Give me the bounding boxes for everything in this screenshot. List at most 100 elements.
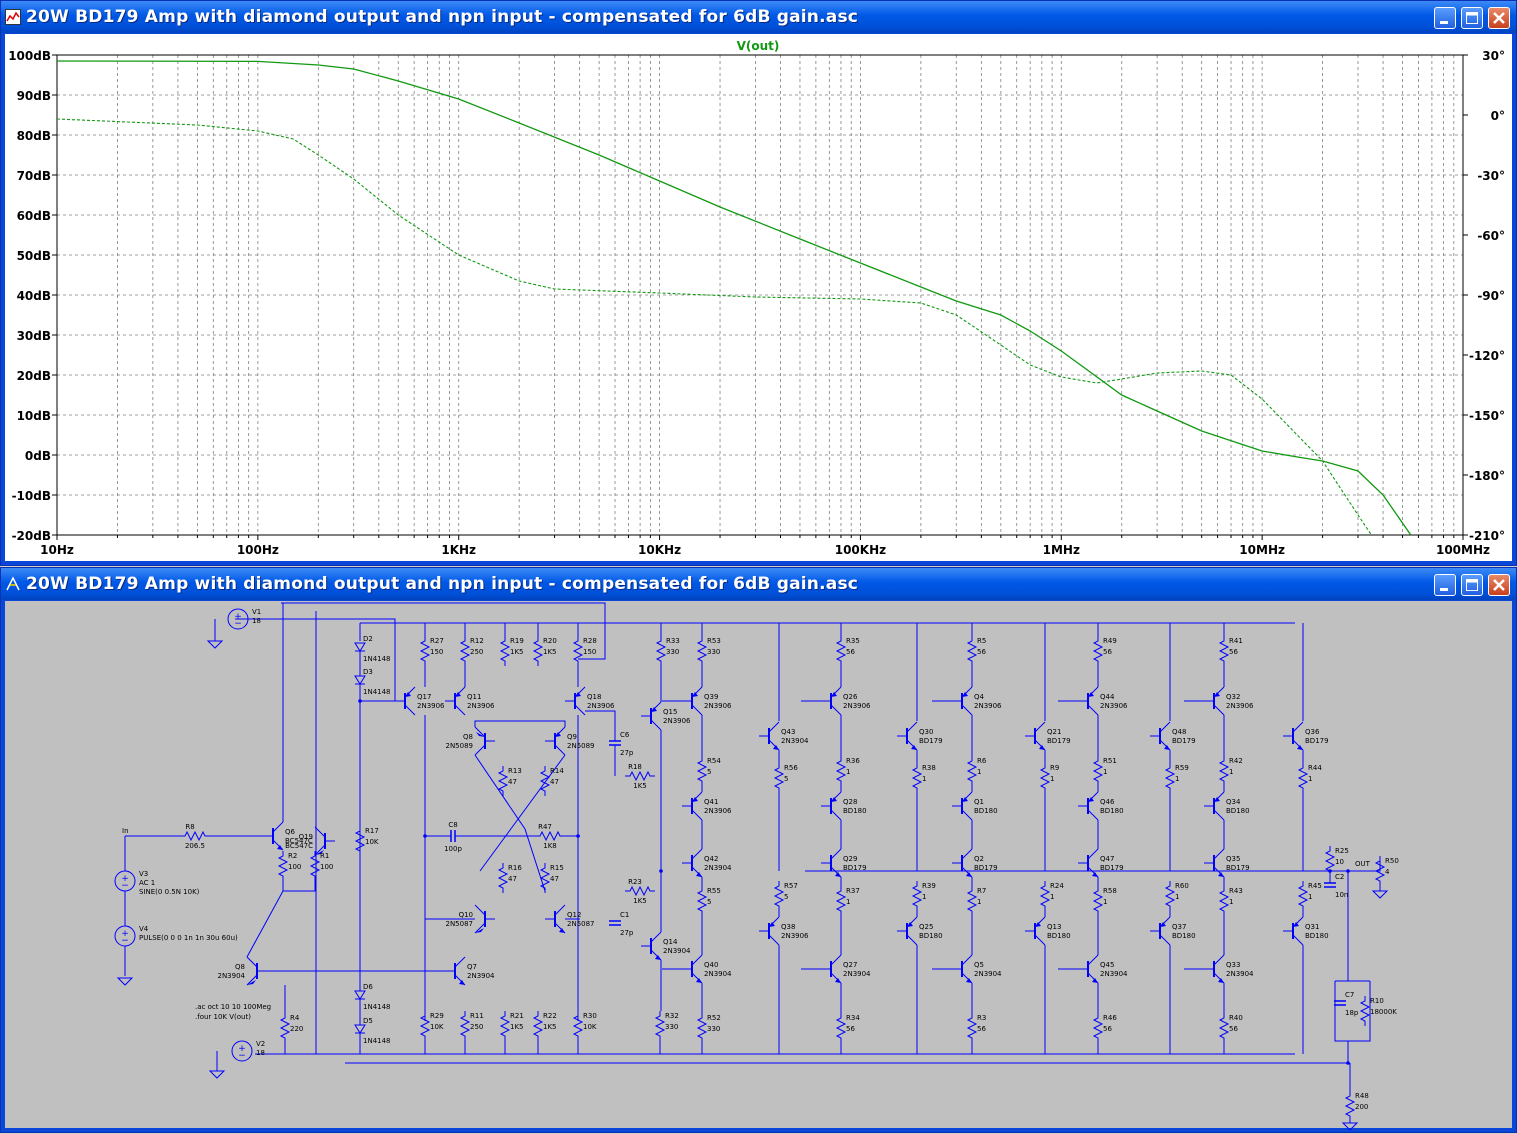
component-label: 2N3906 [1100, 702, 1128, 710]
resistor [911, 881, 923, 911]
component-label: Q47 [1100, 855, 1114, 863]
component-label: 2N3904 [843, 970, 871, 978]
resistor [497, 863, 509, 893]
x-tick-label: 1MHz [1043, 543, 1080, 557]
wires [124, 602, 1381, 1123]
emitter-arrow [911, 745, 917, 750]
resistor [966, 886, 978, 916]
resistor [1218, 886, 1230, 916]
component-label: 100 [288, 863, 301, 871]
schematic-canvas[interactable]: + − + − + − + − V1 18 V2 18 D2 1N4148 D3 1N4148 D6 1N414… [5, 601, 1514, 1131]
component-label: Q14 [663, 938, 678, 946]
component-label: R21 [510, 1012, 524, 1020]
component-label: BC547C [285, 842, 313, 850]
component-label: C6 [620, 731, 630, 739]
component-label: 2N3904 [663, 947, 691, 955]
plot-window-titlebar[interactable]: 20W BD179 Amp with diamond output and np… [1, 1, 1516, 33]
y-left-tick-label: 40dB [17, 289, 51, 303]
component-label: 2N3906 [974, 702, 1002, 710]
component-label: 2N5089 [567, 742, 595, 750]
component-label: BD179 [919, 737, 943, 745]
component-label: D3 [363, 668, 373, 676]
component-label: Q5 [974, 961, 984, 969]
wire [1087, 954, 1099, 966]
bode-plot[interactable]: V(out) 100dB 90dB 80dB 70dB 60dB 50dB 40dB 30dB… [5, 34, 1514, 563]
plot-window[interactable]: 20W BD179 Amp with diamond output and np… [0, 0, 1517, 566]
magnitude-trace [57, 60, 1412, 535]
component-label: 1 [1229, 768, 1233, 776]
component-label: Q40 [704, 961, 718, 969]
component-label: Q2 [974, 855, 984, 863]
component-label: 2N3906 [663, 717, 691, 725]
component-label: 2N3904 [704, 970, 732, 978]
component-label: 4 [1385, 868, 1390, 876]
component-label: 2N3906 [781, 932, 809, 940]
close-button[interactable] [1488, 574, 1510, 596]
component-label: D6 [363, 983, 373, 991]
resistor [1164, 763, 1176, 793]
component-label: 1 [977, 898, 981, 906]
minimize-button[interactable] [1434, 7, 1456, 29]
component-label: R34 [846, 1014, 860, 1022]
wire [474, 744, 486, 756]
emitter-arrow [835, 978, 841, 983]
component-label: Q46 [1100, 798, 1115, 806]
component-label: 1 [1050, 893, 1054, 901]
component-label: R36 [846, 757, 860, 765]
schematic-window-title: 20W BD179 Amp with diamond output and np… [26, 574, 859, 594]
wire [1213, 704, 1225, 716]
schematic-drawing[interactable]: +−+−+−+− V118V218D21N4148D31N4148D61N414… [5, 601, 1514, 1131]
component-label: BD179 [1047, 737, 1071, 745]
plot-window-title: 20W BD179 Amp with diamond output and np… [26, 7, 859, 27]
schematic-window-titlebar[interactable]: 20W BD179 Amp with diamond output and np… [1, 568, 1516, 600]
wire [906, 721, 918, 733]
component-label: R35 [846, 637, 860, 645]
junction-dot [576, 834, 580, 838]
resistor [1039, 881, 1051, 911]
wire [768, 721, 780, 733]
component-label: 200 [1355, 1103, 1368, 1111]
component-label: R4 [290, 1014, 300, 1022]
resistor [277, 851, 289, 881]
wire [830, 954, 842, 966]
schematic-window[interactable]: 20W BD179 Amp with diamond output and np… [0, 567, 1517, 1133]
wire [1034, 934, 1046, 946]
component-label: 56 [977, 1025, 986, 1033]
ground-symbol [116, 977, 134, 986]
component-label: Q4 [974, 693, 985, 701]
x-tick-label: 100KHz [835, 543, 886, 557]
y-left-tick-label: 0dB [25, 449, 51, 463]
component-label: Q31 [1305, 923, 1319, 931]
plot-pane[interactable]: V(out) 100dB 90dB 80dB 70dB 60dB 50dB 40dB 30dB… [5, 34, 1512, 561]
emitter-arrow [277, 845, 283, 850]
resistor [1359, 996, 1371, 1026]
component-label: Q30 [919, 728, 933, 736]
maximize-button[interactable] [1461, 7, 1483, 29]
component-label: R3 [977, 1014, 986, 1022]
wire [961, 848, 973, 860]
component-label: 250 [470, 1023, 483, 1031]
component-label: C2 [1335, 873, 1344, 881]
trace-label[interactable]: V(out) [737, 39, 780, 53]
emitter-arrow [773, 745, 779, 750]
component-label: SINE(0 0.5N 10K) [139, 888, 200, 896]
y-left-tick-label: 60dB [17, 209, 51, 223]
component-label: 2N3906 [417, 702, 445, 710]
component-label: 2N3904 [704, 864, 732, 872]
maximize-icon [1466, 12, 1478, 24]
diode [354, 675, 366, 685]
component-label: 2N3906 [467, 702, 495, 710]
junction-dot [358, 699, 362, 703]
wire [691, 809, 703, 821]
maximize-button[interactable] [1461, 574, 1483, 596]
component-label: R28 [583, 637, 597, 645]
wire [454, 704, 466, 716]
component-label: 47 [550, 875, 559, 883]
close-button[interactable] [1488, 7, 1510, 29]
component-label: 2N5089 [445, 742, 473, 750]
wire [1213, 954, 1225, 966]
component-label: 56 [977, 648, 986, 656]
minimize-button[interactable] [1434, 574, 1456, 596]
component-label: PULSE(0 0 0 1n 1n 30u 60u) [139, 934, 238, 942]
wire [246, 956, 258, 968]
